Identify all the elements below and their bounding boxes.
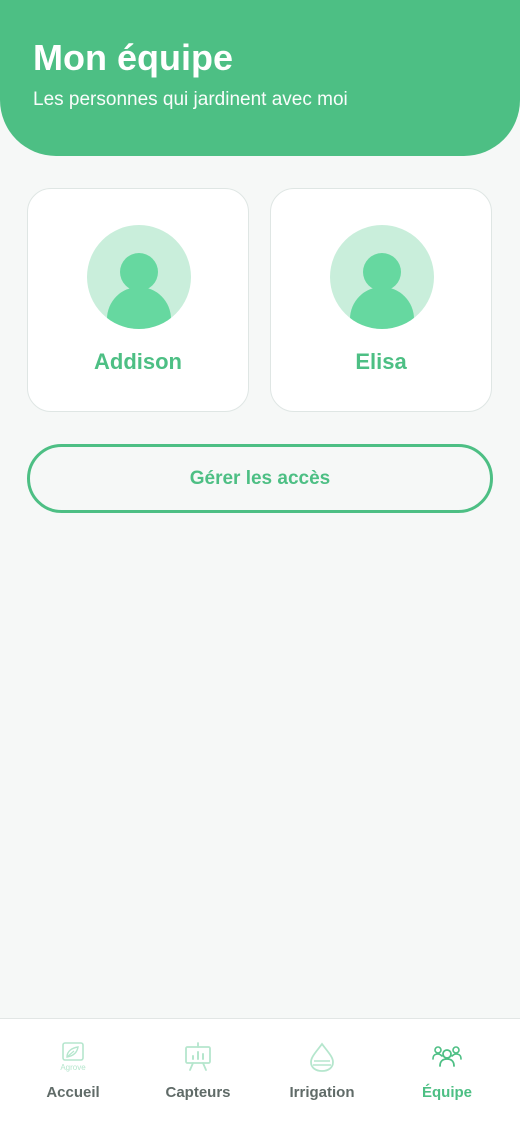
bottom-tab-bar: Agrove Accueil Capteurs Irrigation Équip… bbox=[0, 1018, 520, 1127]
tab-equipe[interactable]: Équipe bbox=[385, 1019, 509, 1127]
avatar-body bbox=[350, 287, 414, 329]
avatar-body bbox=[107, 287, 171, 329]
tab-label: Irrigation bbox=[289, 1084, 355, 1101]
user-avatar-icon bbox=[330, 225, 434, 329]
team-icon bbox=[432, 1046, 462, 1067]
member-card-elisa[interactable]: Elisa bbox=[270, 188, 492, 412]
tab-accueil[interactable]: Agrove Accueil bbox=[11, 1019, 135, 1127]
tab-irrigation[interactable]: Irrigation bbox=[260, 1019, 384, 1127]
avatar-head bbox=[120, 253, 158, 291]
water-drop-icon bbox=[310, 1042, 334, 1072]
agrove-logo-icon: Agrove bbox=[60, 1042, 86, 1072]
page-subtitle: Les personnes qui jardinent avec moi bbox=[33, 89, 348, 110]
tab-label: Équipe bbox=[421, 1084, 472, 1101]
member-name: Addison bbox=[94, 349, 182, 374]
page-title: Mon équipe bbox=[33, 37, 233, 78]
agrove-logo-text: Agrove bbox=[60, 1063, 86, 1072]
user-avatar-icon bbox=[87, 225, 191, 329]
tab-label: Capteurs bbox=[165, 1084, 231, 1101]
team-members-grid: Addison Elisa bbox=[27, 188, 493, 414]
member-card-addison[interactable]: Addison bbox=[27, 188, 249, 412]
tab-label: Accueil bbox=[46, 1084, 100, 1101]
page-header: Mon équipe Les personnes qui jardinent a… bbox=[0, 0, 520, 156]
member-name: Elisa bbox=[355, 349, 407, 374]
tab-capteurs[interactable]: Capteurs bbox=[136, 1019, 260, 1127]
avatar-head bbox=[363, 253, 401, 291]
manage-access-button[interactable]: Gérer les accès bbox=[27, 444, 493, 513]
sensor-chart-icon bbox=[185, 1042, 211, 1071]
